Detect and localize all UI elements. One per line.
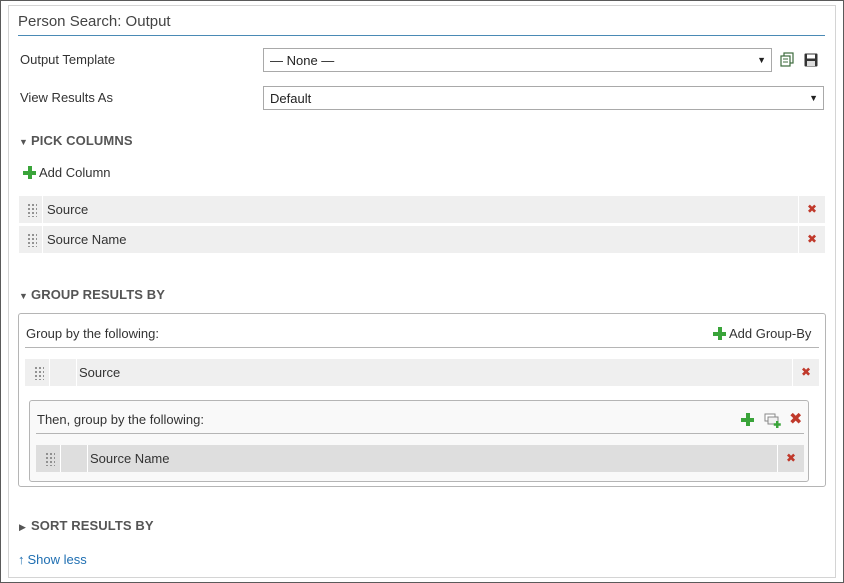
column-row[interactable]: Source Name ✖ xyxy=(19,226,825,253)
chevron-down-icon: ▼ xyxy=(809,93,818,103)
pick-columns-heading: PICK COLUMNS xyxy=(31,133,133,148)
view-results-as-select[interactable]: Default ▼ xyxy=(263,86,824,110)
group-by-label: Group by the following: xyxy=(26,326,159,341)
row-divider xyxy=(87,445,88,472)
group-row[interactable]: Source ✖ xyxy=(25,359,819,386)
group-row-label: Source xyxy=(79,365,121,380)
row-divider xyxy=(49,359,50,386)
add-column-button[interactable]: Add Column xyxy=(23,165,111,180)
row-divider xyxy=(60,445,61,472)
then-group-divider xyxy=(36,433,804,434)
save-icon[interactable] xyxy=(803,52,819,68)
row-divider xyxy=(798,196,799,223)
remove-icon[interactable]: ✖ xyxy=(807,202,817,216)
add-subgroup-icon[interactable] xyxy=(764,412,781,428)
remove-icon[interactable]: ✖ xyxy=(801,365,811,379)
triangle-down-icon: ▼ xyxy=(19,137,29,147)
group-results-header[interactable]: ▼ GROUP RESULTS BY xyxy=(19,287,165,302)
sort-results-header[interactable]: ▶ SORT RESULTS BY xyxy=(19,518,154,533)
group-divider xyxy=(25,347,819,348)
view-results-as-label: View Results As xyxy=(20,90,113,105)
triangle-right-icon: ▶ xyxy=(19,522,27,532)
plus-icon[interactable] xyxy=(741,413,754,426)
row-divider xyxy=(798,226,799,253)
row-divider xyxy=(42,196,43,223)
then-group-by-box: Then, group by the following: ✖ Source N… xyxy=(29,400,809,482)
add-column-label: Add Column xyxy=(39,165,111,180)
chevron-down-icon: ▼ xyxy=(757,55,766,65)
plus-icon xyxy=(713,327,726,340)
title-underline xyxy=(18,35,825,36)
row-divider xyxy=(76,359,77,386)
column-label: Source xyxy=(47,202,89,217)
column-label: Source Name xyxy=(47,232,127,247)
show-less-label: Show less xyxy=(27,552,87,567)
show-less-link[interactable]: ↑ Show less xyxy=(18,552,87,567)
drag-handle-icon[interactable] xyxy=(27,203,37,217)
output-template-value: — None — xyxy=(270,53,335,68)
output-template-select[interactable]: — None — ▼ xyxy=(263,48,772,72)
row-divider xyxy=(777,445,778,472)
remove-icon[interactable]: ✖ xyxy=(786,451,796,465)
group-by-box: Group by the following: Add Group-By Sou… xyxy=(18,313,826,487)
drag-handle-icon[interactable] xyxy=(45,452,55,466)
output-template-label: Output Template xyxy=(20,52,116,67)
group-results-heading: GROUP RESULTS BY xyxy=(31,287,166,302)
group-row[interactable]: Source Name ✖ xyxy=(36,445,804,472)
add-group-by-button[interactable]: Add Group-By xyxy=(713,326,811,341)
pick-columns-header[interactable]: ▼ PICK COLUMNS xyxy=(19,133,133,148)
add-group-by-label: Add Group-By xyxy=(729,326,812,341)
triangle-down-icon: ▼ xyxy=(19,291,29,301)
view-results-as-value: Default xyxy=(270,91,312,106)
then-group-by-label: Then, group by the following: xyxy=(37,412,204,427)
plus-icon xyxy=(23,166,36,179)
group-row-label: Source Name xyxy=(90,451,170,466)
remove-icon[interactable]: ✖ xyxy=(789,412,802,428)
sort-results-heading: SORT RESULTS BY xyxy=(31,518,154,533)
row-divider xyxy=(792,359,793,386)
row-divider xyxy=(42,226,43,253)
drag-handle-icon[interactable] xyxy=(34,366,44,380)
remove-icon[interactable]: ✖ xyxy=(807,232,817,246)
drag-handle-icon[interactable] xyxy=(27,233,37,247)
copy-icon[interactable] xyxy=(779,52,795,68)
column-row[interactable]: Source ✖ xyxy=(19,196,825,223)
panel-title: Person Search: Output xyxy=(18,13,171,30)
arrow-up-icon: ↑ xyxy=(18,552,25,567)
